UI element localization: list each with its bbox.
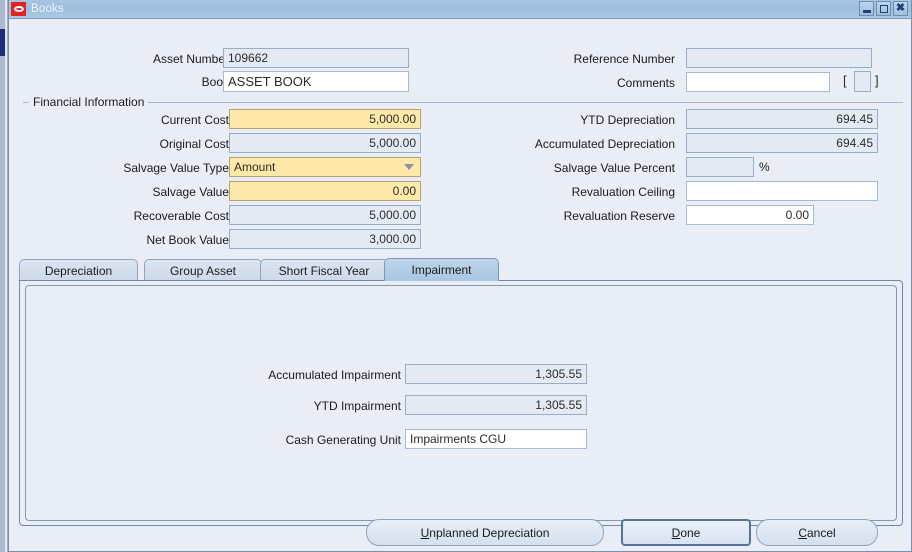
form-body: Asset Number 109662 Book ASSET BOOK Refe… bbox=[9, 19, 911, 551]
comments-descriptive-flexfield-button[interactable] bbox=[854, 71, 871, 92]
tab-group-asset-label: Group Asset bbox=[169, 263, 237, 278]
cash-generating-unit-field[interactable]: Impairments CGU bbox=[405, 429, 587, 449]
window-controls: ✖ bbox=[859, 1, 908, 16]
close-icon[interactable]: ✖ bbox=[893, 1, 908, 16]
salvage-value-percent-field[interactable] bbox=[686, 157, 754, 177]
ytd-depreciation-field[interactable]: 694.45 bbox=[686, 109, 878, 129]
salvage-value-field[interactable]: 0.00 bbox=[229, 181, 421, 201]
salvage-value-type-value: Amount bbox=[234, 160, 276, 174]
oracle-logo-icon bbox=[11, 2, 26, 16]
net-book-value-field[interactable]: 3,000.00 bbox=[229, 229, 421, 249]
ytd-depreciation-label: YTD Depreciation bbox=[580, 113, 675, 127]
book-field[interactable]: ASSET BOOK bbox=[223, 71, 409, 92]
book-label: Book bbox=[201, 75, 229, 89]
current-cost-field[interactable]: 5,000.00 bbox=[229, 109, 421, 129]
recoverable-cost-label: Recoverable Cost bbox=[133, 209, 229, 223]
salvage-value-type-label: Salvage Value Type bbox=[123, 161, 229, 175]
accumulated-impairment-field[interactable]: 1,305.55 bbox=[405, 364, 587, 384]
maximize-icon[interactable] bbox=[876, 1, 891, 16]
original-cost-label: Original Cost bbox=[159, 137, 229, 151]
tab-panel: Accumulated Impairment 1,305.55 YTD Impa… bbox=[19, 280, 903, 526]
revaluation-reserve-label: Revaluation Reserve bbox=[563, 209, 675, 223]
window-titlebar[interactable]: Books ✖ bbox=[9, 0, 911, 19]
accumulated-depreciation-label: Accumulated Depreciation bbox=[534, 137, 675, 151]
books-window: Books ✖ Asset Number 109662 Book ASSET B… bbox=[8, 0, 912, 552]
comments-bracket-open: [ bbox=[843, 73, 847, 88]
tab-short-fiscal-year[interactable]: Short Fiscal Year bbox=[260, 259, 388, 281]
tab-impairment[interactable]: Impairment bbox=[384, 258, 499, 281]
minimize-icon[interactable] bbox=[859, 1, 874, 16]
ytd-impairment-label: YTD Impairment bbox=[313, 399, 401, 413]
window-title: Books bbox=[31, 3, 64, 15]
reference-number-label: Reference Number bbox=[573, 52, 675, 66]
unplanned-depreciation-label: nplanned Depreciation bbox=[429, 525, 550, 540]
cash-generating-unit-label: Cash Generating Unit bbox=[285, 433, 401, 447]
revaluation-ceiling-field[interactable] bbox=[686, 181, 878, 201]
accumulated-impairment-label: Accumulated Impairment bbox=[268, 368, 401, 382]
salvage-value-type-dropdown[interactable]: Amount bbox=[229, 157, 421, 177]
unplanned-depreciation-mnemonic: U bbox=[420, 525, 430, 540]
reference-number-field[interactable] bbox=[686, 48, 872, 68]
books-window-screen: Books ✖ Asset Number 109662 Book ASSET B… bbox=[0, 0, 912, 552]
cancel-mnemonic: C bbox=[798, 525, 807, 540]
tab-impairment-label: Impairment bbox=[411, 263, 472, 277]
financial-information-groupbox bbox=[23, 102, 903, 103]
cancel-label: ancel bbox=[806, 525, 836, 540]
recoverable-cost-field[interactable]: 5,000.00 bbox=[229, 205, 421, 225]
salvage-value-percent-label: Salvage Value Percent bbox=[553, 161, 675, 175]
tab-depreciation[interactable]: Depreciation bbox=[19, 259, 138, 281]
comments-bracket-close: ] bbox=[875, 73, 879, 88]
asset-number-field[interactable]: 109662 bbox=[223, 48, 409, 68]
comments-label: Comments bbox=[616, 76, 675, 90]
tab-short-fiscal-year-label: Short Fiscal Year bbox=[278, 263, 370, 278]
comments-field[interactable] bbox=[686, 72, 830, 92]
impairment-panel: Accumulated Impairment 1,305.55 YTD Impa… bbox=[25, 285, 897, 521]
cancel-button[interactable]: Cancel bbox=[756, 519, 878, 546]
percent-symbol: % bbox=[759, 160, 770, 174]
done-button[interactable]: Done bbox=[621, 519, 751, 546]
done-label: one bbox=[680, 525, 701, 540]
revaluation-reserve-field[interactable]: 0.00 bbox=[686, 205, 814, 225]
ytd-impairment-field[interactable]: 1,305.55 bbox=[405, 395, 587, 415]
revaluation-ceiling-label: Revaluation Ceiling bbox=[571, 185, 675, 199]
financial-information-label: Financial Information bbox=[29, 95, 149, 109]
original-cost-field[interactable]: 5,000.00 bbox=[229, 133, 421, 153]
accumulated-depreciation-field[interactable]: 694.45 bbox=[686, 133, 878, 153]
current-cost-label: Current Cost bbox=[160, 113, 229, 127]
net-book-value-label: Net Book Value bbox=[146, 233, 230, 247]
asset-number-label: Asset Number bbox=[152, 52, 229, 66]
salvage-value-label: Salvage Value bbox=[152, 185, 230, 199]
tab-depreciation-label: Depreciation bbox=[44, 263, 113, 278]
unplanned-depreciation-button[interactable]: Unplanned Depreciation bbox=[366, 519, 604, 546]
tab-group-asset[interactable]: Group Asset bbox=[144, 259, 262, 281]
done-mnemonic: D bbox=[671, 525, 681, 540]
tab-strip: Depreciation Group Asset Short Fiscal Ye… bbox=[19, 258, 903, 281]
